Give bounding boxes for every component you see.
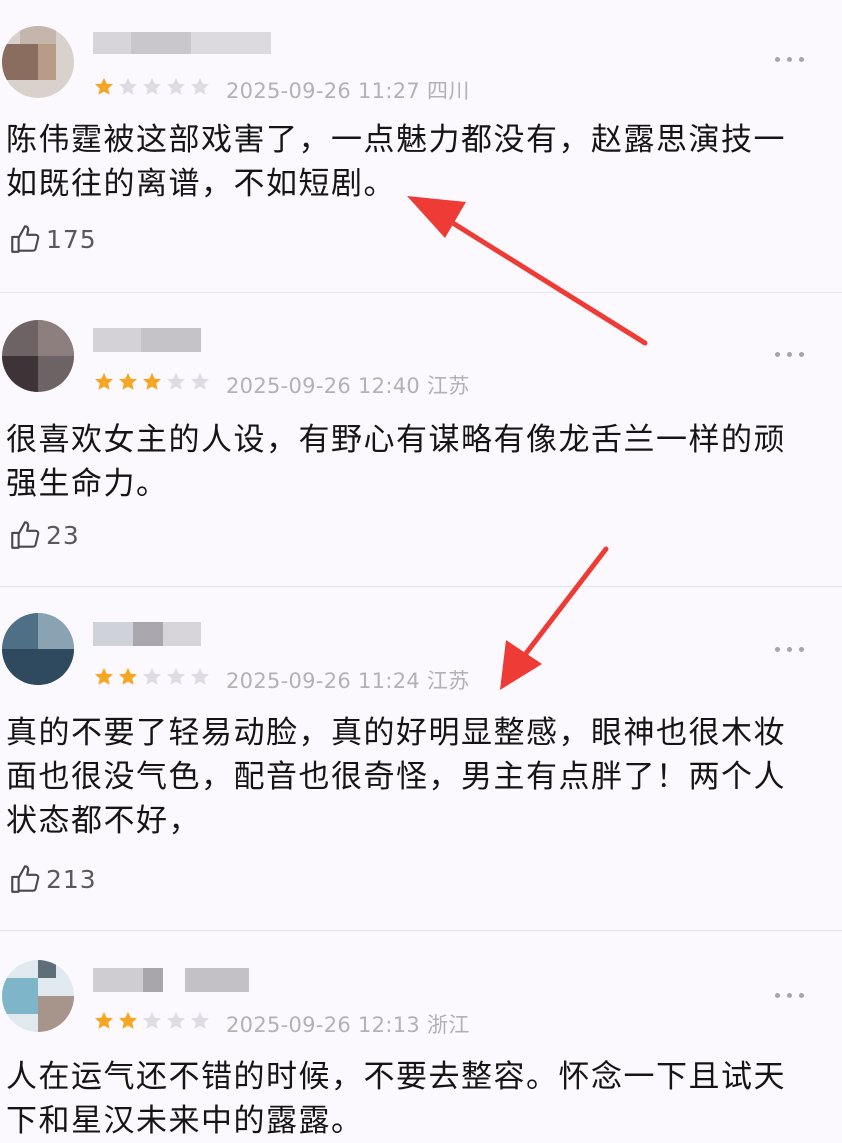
divider [0, 292, 842, 293]
star-empty-icon [167, 667, 185, 685]
timestamp: 2025-09-26 12:13 [226, 1013, 421, 1037]
star-filled-icon [95, 77, 113, 95]
star-filled-icon [95, 667, 113, 685]
star-filled-icon [95, 1011, 113, 1029]
star-filled-icon [95, 372, 113, 390]
review-meta: 2025-09-26 11:27 四川 [226, 75, 470, 105]
thumbs-up-icon [11, 865, 40, 893]
review-text-line: 真的不要了轻易动脸，真的好明显整感，眼神也很木妆 [6, 715, 786, 751]
star-empty-icon [143, 77, 161, 95]
more-dots-icon[interactable] [775, 647, 804, 652]
review-text: 陈伟霆被这部戏害了，一点魅力都没有，赵露思演技一 如既往的离谱，不如短剧。 [6, 118, 806, 206]
avatar[interactable] [2, 26, 74, 98]
like-button[interactable]: 213 [8, 862, 97, 896]
review-text-line: 状态都不好， [6, 803, 201, 839]
star-rating [93, 666, 211, 688]
star-empty-icon [191, 77, 209, 95]
username-blurred[interactable] [93, 32, 273, 74]
star-empty-icon [191, 372, 209, 390]
username-blurred[interactable] [93, 622, 203, 664]
avatar[interactable] [2, 320, 74, 392]
location: 江苏 [427, 374, 470, 398]
like-count: 175 [46, 224, 97, 254]
username-blurred[interactable] [93, 968, 253, 1010]
like-button[interactable]: 23 [8, 518, 80, 552]
annotation-arrow [407, 196, 648, 346]
star-filled-icon [119, 372, 137, 390]
more-dots-icon[interactable] [775, 993, 804, 998]
review-text-line: 面也很没气色，配音也很奇怪，男主有点胖了！两个人 [6, 759, 786, 795]
star-empty-icon [191, 667, 209, 685]
divider [0, 930, 842, 931]
location: 四川 [427, 79, 470, 103]
review-meta: 2025-09-26 12:13 浙江 [226, 1009, 470, 1039]
review-text-line: 陈伟霆被这部戏害了，一点魅力都没有，赵露思演技一 [6, 122, 786, 158]
review-meta: 2025-09-26 12:40 江苏 [226, 370, 470, 400]
star-filled-icon [143, 372, 161, 390]
review-text-line: 强生命力。 [6, 466, 169, 502]
review-text-line: 很喜欢女主的人设，有野心有谋略有像龙舌兰一样的顽 [6, 422, 786, 458]
username-blurred[interactable] [93, 328, 203, 370]
star-rating [93, 371, 211, 393]
review-text-line: 下和星汉未来中的露露。 [6, 1103, 364, 1139]
annotation-arrow [500, 546, 609, 690]
review-meta: 2025-09-26 11:24 江苏 [226, 665, 470, 695]
more-dots-icon[interactable] [775, 352, 804, 357]
like-count: 213 [46, 864, 97, 894]
star-rating [93, 1010, 211, 1032]
star-filled-icon [119, 667, 137, 685]
star-empty-icon [167, 1011, 185, 1029]
star-filled-icon [119, 1011, 137, 1029]
avatar[interactable] [2, 613, 74, 685]
like-button[interactable]: 175 [8, 222, 97, 256]
review-text: 很喜欢女主的人设，有野心有谋略有像龙舌兰一样的顽 强生命力。 [6, 418, 806, 506]
review-text: 人在运气还不错的时候，不要去整容。怀念一下且试天 下和星汉未来中的露露。 [6, 1055, 806, 1143]
thumbs-up-icon [11, 521, 40, 549]
review-text-line: 人在运气还不错的时候，不要去整容。怀念一下且试天 [6, 1059, 786, 1095]
star-empty-icon [119, 77, 137, 95]
like-count: 23 [46, 520, 80, 550]
location: 江苏 [427, 669, 470, 693]
star-empty-icon [167, 77, 185, 95]
location: 浙江 [427, 1013, 470, 1037]
divider [0, 586, 842, 587]
thumbs-up-icon [11, 225, 40, 253]
review-text-line: 如既往的离谱，不如短剧。 [6, 166, 396, 202]
timestamp: 2025-09-26 11:24 [226, 669, 421, 693]
star-empty-icon [143, 667, 161, 685]
more-dots-icon[interactable] [775, 57, 804, 62]
star-rating [93, 76, 211, 98]
star-empty-icon [191, 1011, 209, 1029]
review-text: 真的不要了轻易动脸，真的好明显整感，眼神也很木妆 面也很没气色，配音也很奇怪，男主… [6, 711, 806, 843]
timestamp: 2025-09-26 11:27 [226, 79, 421, 103]
star-empty-icon [167, 372, 185, 390]
avatar[interactable] [2, 960, 74, 1032]
timestamp: 2025-09-26 12:40 [226, 374, 421, 398]
star-empty-icon [143, 1011, 161, 1029]
